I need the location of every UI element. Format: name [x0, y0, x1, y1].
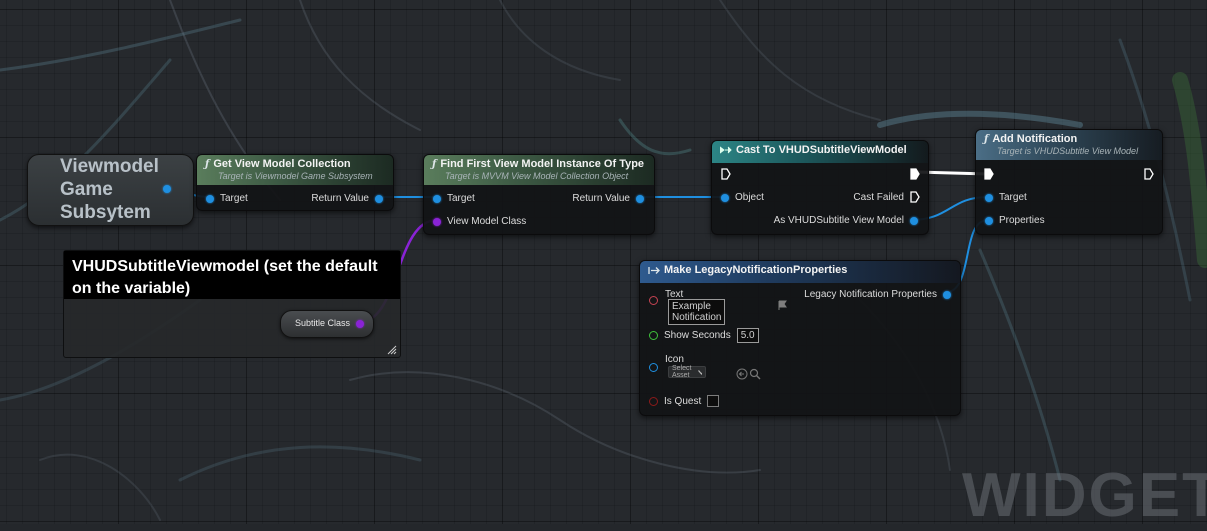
return-value-output-pin[interactable]: Return Value: [311, 193, 383, 204]
flag-icon[interactable]: [777, 300, 788, 311]
target-label: Target: [447, 193, 475, 204]
select-asset-placeholder: Select Asset: [672, 365, 692, 379]
object-pin-icon: [721, 193, 729, 202]
target-pin-icon: [206, 194, 214, 203]
function-icon: ƒ: [432, 158, 437, 170]
icon-label: Icon: [665, 354, 684, 365]
as-pin-icon: [910, 216, 918, 225]
as-viewmodel-output-pin[interactable]: As VHUDSubtitle View Model: [774, 215, 918, 226]
return-value-output-pin[interactable]: Return Value: [572, 193, 644, 204]
subsystem-output-pin[interactable]: [163, 185, 171, 193]
target-input-pin[interactable]: Target: [206, 193, 248, 204]
node-subtitle: Target is MVVM View Model Collection Obj…: [445, 171, 629, 181]
exec-input-pin[interactable]: [984, 168, 994, 180]
viewmodel-subsystem-node[interactable]: Viewmodel Game Subsytem: [27, 154, 194, 226]
node-title: Cast To VHUDSubtitleViewModel: [736, 144, 907, 156]
function-icon: ƒ: [984, 133, 989, 145]
return-value-label: Return Value: [572, 193, 630, 204]
properties-label: Properties: [999, 215, 1045, 226]
class-pin-icon: [433, 217, 441, 226]
return-pin-icon: [375, 194, 383, 203]
exec-input-pin[interactable]: [721, 168, 731, 180]
widget-blueprint-watermark: WIDGET B: [962, 461, 1207, 530]
exec-output-pin[interactable]: [910, 168, 920, 180]
make-struct-icon: [648, 266, 660, 274]
float-pin-icon: [649, 331, 658, 340]
exec-pin-icon: [910, 191, 920, 203]
view-model-class-label: View Model Class: [447, 216, 527, 227]
is-quest-label: Is Quest: [664, 395, 702, 407]
exec-output-pin[interactable]: [1144, 168, 1154, 180]
make-notification-properties-node[interactable]: Make LegacyNotificationProperties Legacy…: [639, 260, 961, 416]
node-title: Get View Model Collection: [213, 158, 351, 170]
bool-pin-icon: [649, 396, 658, 406]
is-quest-input-pin[interactable]: Is Quest: [649, 395, 720, 407]
object-label: Object: [735, 192, 764, 203]
target-input-pin[interactable]: Target: [985, 192, 1027, 203]
text-value-field[interactable]: Example Notification: [668, 299, 726, 325]
show-seconds-input-pin[interactable]: Show Seconds 5.0: [649, 328, 759, 343]
view-model-class-input-pin[interactable]: View Model Class: [433, 216, 526, 227]
target-input-pin[interactable]: Target: [433, 193, 475, 204]
show-seconds-label: Show Seconds: [664, 330, 731, 341]
search-icon[interactable]: [749, 368, 761, 380]
target-label: Target: [999, 192, 1027, 203]
cast-failed-exec-pin[interactable]: Cast Failed: [853, 191, 920, 203]
node-title: Add Notification: [992, 133, 1078, 145]
object-pin-icon: [649, 363, 658, 372]
node-header: Cast To VHUDSubtitleViewModel: [712, 141, 928, 163]
cast-node[interactable]: Cast To VHUDSubtitleViewModel Object Cas…: [711, 140, 929, 235]
properties-pin-icon: [985, 216, 993, 225]
node-subtitle: Target is Viewmodel Game Subsystem: [218, 171, 373, 181]
subtitle-class-variable[interactable]: Subtitle Class: [280, 310, 374, 338]
properties-input-pin[interactable]: Properties: [985, 215, 1045, 226]
comment-box[interactable]: VHUDSubtitleViewmodel (set the default o…: [63, 250, 401, 358]
cast-icon: [720, 146, 732, 154]
comment-text: VHUDSubtitleViewmodel (set the default o…: [64, 251, 400, 299]
is-quest-checkbox[interactable]: [707, 395, 720, 407]
node-header: ƒ Find First View Model Instance Of Type …: [424, 155, 654, 185]
subtitle-class-label: Subtitle Class: [295, 318, 351, 328]
target-pin-icon: [985, 193, 993, 202]
target-pin-icon: [433, 194, 441, 203]
find-first-view-model-node[interactable]: ƒ Find First View Model Instance Of Type …: [423, 154, 655, 235]
legacy-properties-label: Legacy Notification Properties: [804, 289, 937, 300]
add-notification-node[interactable]: ƒ Add Notification Target is VHUDSubtitle…: [975, 129, 1163, 235]
text-pin-icon: [649, 296, 658, 305]
select-asset-dropdown[interactable]: Select Asset: [668, 365, 707, 379]
viewmodel-subsystem-label: Viewmodel Game Subsytem: [60, 156, 159, 223]
show-seconds-value-field[interactable]: 5.0: [736, 328, 759, 343]
cast-failed-label: Cast Failed: [853, 191, 904, 203]
resize-handle-icon[interactable]: [387, 345, 397, 355]
node-header: Make LegacyNotificationProperties: [640, 261, 960, 283]
node-title: Make LegacyNotificationProperties: [664, 264, 848, 276]
chevron-down-icon: [698, 369, 703, 375]
legacy-properties-output-pin[interactable]: Legacy Notification Properties: [804, 289, 951, 300]
return-value-label: Return Value: [311, 193, 369, 204]
function-icon: ƒ: [205, 158, 210, 170]
object-input-pin[interactable]: Object: [721, 192, 764, 203]
node-header: ƒ Add Notification Target is VHUDSubtitle…: [976, 130, 1162, 160]
target-label: Target: [220, 193, 248, 204]
get-view-model-collection-node[interactable]: ƒ Get View Model Collection Target is Vie…: [196, 154, 394, 211]
node-subtitle: Target is VHUDSubtitle View Model: [997, 146, 1139, 156]
browse-arrow-icon[interactable]: [736, 368, 748, 380]
output-pin-icon: [943, 290, 951, 299]
node-title: Find First View Model Instance Of Type: [440, 158, 645, 170]
return-pin-icon: [636, 194, 644, 203]
node-header: ƒ Get View Model Collection Target is Vie…: [197, 155, 393, 185]
as-viewmodel-label: As VHUDSubtitle View Model: [773, 215, 904, 226]
subtitle-class-output-pin[interactable]: [356, 320, 364, 328]
graph-canvas[interactable]: WIDGET B Viewmodel Game Subsytem VHUDSub…: [0, 0, 1207, 530]
